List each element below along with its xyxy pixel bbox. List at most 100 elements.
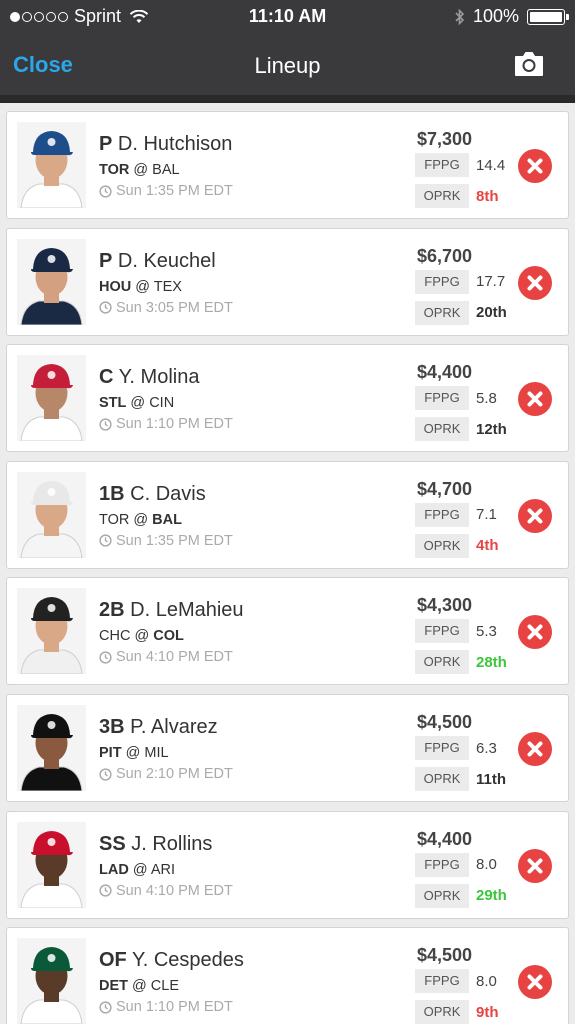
team-abbr: DET bbox=[99, 978, 128, 995]
player-photo bbox=[17, 122, 86, 208]
nav-bar: Close Lineup bbox=[0, 38, 575, 94]
player-salary: $4,300 bbox=[417, 595, 473, 616]
player-photo bbox=[17, 705, 86, 791]
close-icon bbox=[527, 391, 543, 407]
game-time: Sun 3:05 PM EDT bbox=[99, 300, 233, 316]
fppg-value: 5.8 bbox=[476, 389, 497, 407]
remove-player-button[interactable] bbox=[518, 149, 552, 183]
fppg-row: FPPG 7.1 bbox=[415, 502, 497, 527]
player-position: OF bbox=[99, 949, 127, 972]
player-card[interactable]: SS J. Rollins LAD @ ARI Sun 4:10 PM EDT … bbox=[6, 810, 569, 919]
fppg-label: FPPG bbox=[415, 852, 469, 877]
team-abbr: TOR bbox=[99, 162, 130, 178]
player-salary: $4,400 bbox=[417, 828, 473, 849]
player-salary: $4,400 bbox=[417, 362, 473, 383]
app-header: Sprint 11:10 AM 100% Close Lineup bbox=[0, 0, 575, 103]
game-time: Sun 2:10 PM EDT bbox=[99, 766, 233, 782]
player-card[interactable]: 2B D. LeMahieu CHC @ COL Sun 4:10 PM EDT… bbox=[6, 577, 569, 686]
fppg-label: FPPG bbox=[415, 502, 469, 527]
fppg-label: FPPG bbox=[415, 153, 469, 177]
matchup-separator: @ bbox=[135, 278, 150, 295]
remove-player-button[interactable] bbox=[518, 615, 552, 650]
player-name-text: Y. Cespedes bbox=[131, 949, 244, 972]
oprk-label: OPRK bbox=[415, 883, 469, 908]
player-position: 2B bbox=[99, 599, 125, 622]
team-abbr: PIT bbox=[99, 745, 122, 761]
remove-player-button[interactable] bbox=[518, 965, 552, 1000]
opponent-abbr: BAL bbox=[152, 162, 180, 178]
oprk-row: OPRK 28th bbox=[415, 650, 507, 675]
player-card[interactable]: P D. Hutchison TOR @ BAL Sun 1:35 PM EDT… bbox=[6, 111, 569, 219]
fppg-row: FPPG 14.4 bbox=[415, 153, 505, 177]
player-card[interactable]: 3B P. Alvarez PIT @ MIL Sun 2:10 PM EDT … bbox=[6, 694, 569, 802]
fppg-value: 5.3 bbox=[476, 622, 497, 640]
oprk-row: OPRK 29th bbox=[415, 883, 507, 908]
team-abbr: STL bbox=[99, 395, 127, 412]
oprk-label: OPRK bbox=[415, 650, 469, 675]
opponent-abbr: BAL bbox=[152, 511, 182, 528]
matchup-separator: @ bbox=[130, 395, 146, 412]
player-position: P bbox=[99, 249, 113, 272]
team-abbr: TOR bbox=[99, 511, 130, 528]
player-card[interactable]: 1B C. Davis TOR @ BAL Sun 1:35 PM EDT $4… bbox=[6, 460, 569, 569]
matchup: PIT @ MIL bbox=[99, 745, 169, 761]
opponent-abbr: ARI bbox=[150, 861, 175, 878]
oprk-value: 20th bbox=[476, 304, 507, 322]
player-card[interactable]: OF Y. Cespedes DET @ CLE Sun 1:10 PM EDT… bbox=[6, 927, 569, 1024]
oprk-value: 28th bbox=[476, 653, 507, 671]
matchup-separator: @ bbox=[133, 511, 149, 528]
oprk-label: OPRK bbox=[415, 417, 469, 442]
matchup: HOU @ TEX bbox=[99, 279, 182, 295]
oprk-label: OPRK bbox=[415, 184, 469, 208]
fppg-row: FPPG 6.3 bbox=[415, 736, 497, 760]
clock-icon bbox=[99, 534, 112, 547]
close-icon bbox=[527, 158, 543, 174]
matchup: STL @ CIN bbox=[99, 395, 174, 411]
opponent-abbr: COL bbox=[153, 628, 184, 645]
status-bar-right: 100% bbox=[455, 6, 569, 27]
oprk-row: OPRK 9th bbox=[415, 1000, 499, 1024]
player-photo bbox=[17, 355, 86, 442]
camera-icon[interactable] bbox=[513, 50, 545, 78]
player-photo bbox=[17, 821, 86, 908]
player-name-text: J. Rollins bbox=[131, 832, 213, 855]
fppg-value: 6.3 bbox=[476, 739, 497, 757]
opponent-abbr: CIN bbox=[149, 395, 175, 412]
status-bar: Sprint 11:10 AM 100% bbox=[0, 0, 575, 34]
fppg-value: 14.4 bbox=[476, 156, 506, 174]
matchup: TOR @ BAL bbox=[99, 512, 182, 528]
clock-icon bbox=[99, 884, 112, 897]
player-position: P bbox=[99, 133, 113, 155]
game-time-text: Sun 4:10 PM EDT bbox=[116, 882, 233, 899]
player-card[interactable]: P D. Keuchel HOU @ TEX Sun 3:05 PM EDT $… bbox=[6, 227, 569, 336]
game-time-text: Sun 2:10 PM EDT bbox=[116, 766, 233, 782]
game-time-text: Sun 1:35 PM EDT bbox=[116, 532, 233, 549]
player-photo bbox=[17, 588, 86, 675]
fppg-row: FPPG 5.3 bbox=[415, 619, 497, 644]
fppg-row: FPPG 8.0 bbox=[415, 969, 497, 994]
page-title: Lineup bbox=[254, 53, 321, 78]
player-salary: $6,700 bbox=[417, 245, 473, 266]
oprk-row: OPRK 20th bbox=[415, 300, 507, 325]
oprk-row: OPRK 8th bbox=[415, 184, 499, 208]
player-name: 1B C. Davis bbox=[99, 483, 206, 506]
remove-player-button[interactable] bbox=[518, 265, 552, 300]
oprk-value: 12th bbox=[476, 420, 507, 438]
team-abbr: HOU bbox=[99, 278, 132, 295]
player-card[interactable]: C Y. Molina STL @ CIN Sun 1:10 PM EDT $4… bbox=[6, 344, 569, 453]
fppg-value: 17.7 bbox=[476, 273, 506, 291]
clock-icon bbox=[99, 184, 112, 198]
remove-player-button[interactable] bbox=[518, 382, 552, 417]
remove-player-button[interactable] bbox=[518, 498, 552, 533]
player-name: 2B D. LeMahieu bbox=[99, 599, 244, 622]
remove-player-button[interactable] bbox=[518, 848, 552, 883]
matchup: LAD @ ARI bbox=[99, 862, 175, 878]
oprk-row: OPRK 12th bbox=[415, 417, 507, 442]
fppg-label: FPPG bbox=[415, 969, 469, 994]
team-abbr: LAD bbox=[99, 861, 129, 878]
player-salary: $4,700 bbox=[417, 478, 473, 499]
player-name: 3B P. Alvarez bbox=[99, 716, 218, 739]
fppg-label: FPPG bbox=[415, 619, 469, 644]
player-name: C Y. Molina bbox=[99, 366, 199, 389]
remove-player-button[interactable] bbox=[518, 732, 552, 766]
